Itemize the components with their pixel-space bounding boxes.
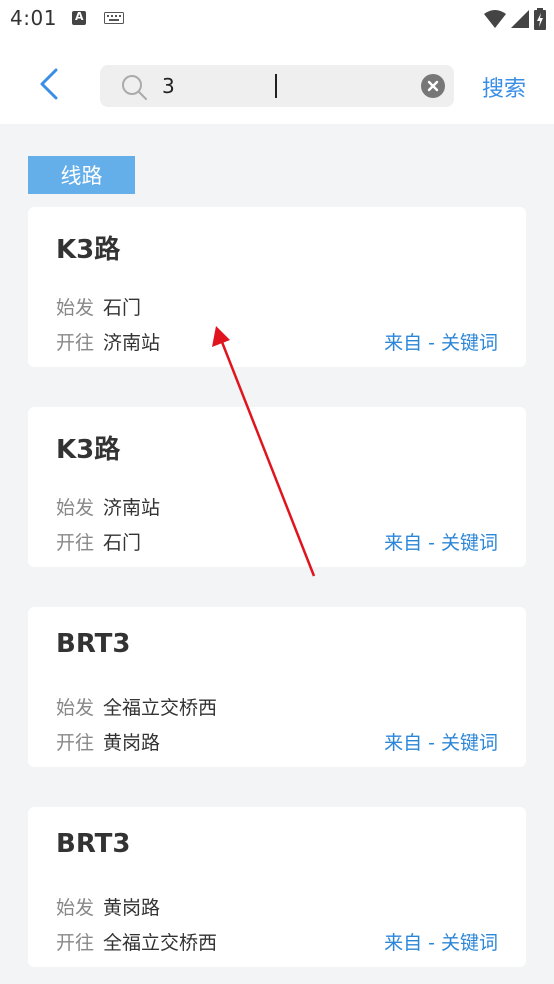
route-start-row: 始发 石门 [56,293,141,320]
start-station: 全福立交桥西 [103,697,218,719]
status-bar: 4:01 [0,0,554,38]
keyboard-icon [104,12,124,24]
search-input[interactable] [162,73,412,99]
clear-icon[interactable] [421,74,445,98]
route-card[interactable]: BRT3 始发 全福立交桥西 开往 黄岗路 来自 - 关键词 [28,607,526,767]
route-end-row: 开往 全福立交桥西 [56,928,217,955]
end-label: 开往 [56,932,95,954]
route-end-row: 开往 黄岗路 [56,728,160,755]
source-keyword-link[interactable]: 来自 - 关键词 [384,528,498,555]
start-station: 黄岗路 [103,897,161,919]
signal-icon [511,10,529,28]
end-label: 开往 [56,332,95,354]
back-arrow-icon [40,68,58,100]
section-tag-routes: 线路 [28,156,135,194]
start-label: 始发 [56,497,95,519]
search-icon [122,75,147,100]
end-label: 开往 [56,732,95,754]
route-start-row: 始发 济南站 [56,493,160,520]
start-label: 始发 [56,297,95,319]
end-station: 黄岗路 [103,732,161,754]
status-time: 4:01 [10,6,57,30]
source-keyword-link[interactable]: 来自 - 关键词 [384,328,498,355]
route-end-row: 开往 济南站 [56,328,160,355]
status-icons [484,8,546,30]
source-keyword-link[interactable]: 来自 - 关键词 [384,928,498,955]
search-header: 搜索 [0,38,554,124]
route-name: BRT3 [56,829,131,859]
wifi-icon [484,10,506,28]
a-notification-icon [72,10,86,25]
route-start-row: 始发 黄岗路 [56,893,160,920]
route-card[interactable]: K3路 始发 济南站 开往 石门 来自 - 关键词 [28,407,526,567]
start-station: 济南站 [103,497,161,519]
search-button[interactable]: 搜索 [482,71,526,103]
route-start-row: 始发 全福立交桥西 [56,693,217,720]
search-box[interactable] [100,65,454,107]
end-station: 济南站 [103,332,161,354]
start-label: 始发 [56,697,95,719]
route-end-row: 开往 石门 [56,528,141,555]
battery-icon [534,8,546,30]
back-button[interactable] [36,64,66,104]
start-label: 始发 [56,897,95,919]
start-station: 石门 [103,297,142,319]
text-cursor [275,74,277,98]
route-name: K3路 [56,235,121,265]
route-card[interactable]: K3路 始发 石门 开往 济南站 来自 - 关键词 [28,207,526,367]
end-label: 开往 [56,532,95,554]
route-name: BRT3 [56,629,131,659]
route-card[interactable]: BRT3 始发 黄岗路 开往 全福立交桥西 来自 - 关键词 [28,807,526,967]
end-station: 石门 [103,532,142,554]
source-keyword-link[interactable]: 来自 - 关键词 [384,728,498,755]
route-name: K3路 [56,435,121,465]
end-station: 全福立交桥西 [103,932,218,954]
